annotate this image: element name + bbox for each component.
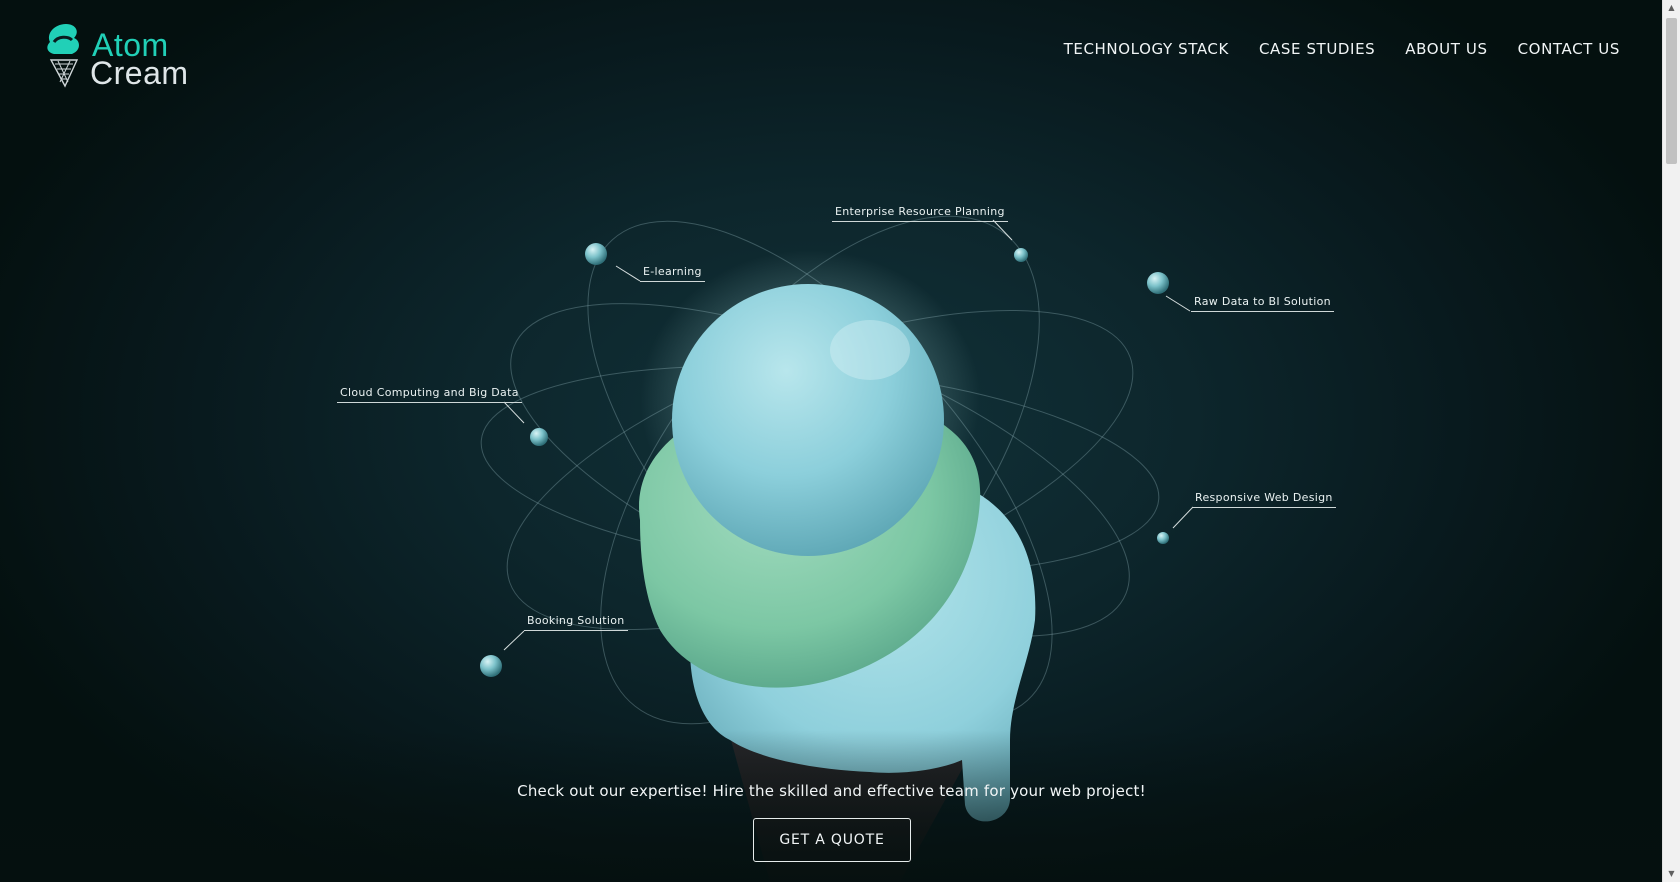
scroll-up-arrow-icon[interactable]: ▲: [1663, 0, 1680, 16]
label-elearning[interactable]: E-learning: [640, 265, 705, 282]
label-erp[interactable]: Enterprise Resource Planning: [832, 205, 1008, 222]
label-cloud-computing[interactable]: Cloud Computing and Big Data: [337, 386, 522, 403]
brand-name-line2: Cream: [90, 55, 189, 91]
scroll-down-arrow-icon[interactable]: ▼: [1663, 866, 1680, 882]
label-booking-solution[interactable]: Booking Solution: [524, 614, 628, 631]
get-quote-button[interactable]: GET A QUOTE: [753, 818, 911, 862]
label-responsive-web-design[interactable]: Responsive Web Design: [1192, 491, 1336, 508]
label-bi-solution[interactable]: Raw Data to BI Solution: [1191, 295, 1334, 312]
brand-logo[interactable]: Atom Cream: [44, 20, 204, 92]
ice-cream-logo-icon: [47, 24, 79, 88]
page: Atom Cream TECHNOLOGY STACK CASE STUDIES…: [0, 0, 1680, 882]
nav-case-studies[interactable]: CASE STUDIES: [1259, 40, 1375, 58]
nav-contact-us[interactable]: CONTACT US: [1518, 40, 1620, 58]
main-nav: TECHNOLOGY STACK CASE STUDIES ABOUT US C…: [1064, 40, 1620, 58]
scrollbar-thumb[interactable]: [1666, 18, 1677, 164]
nav-about-us[interactable]: ABOUT US: [1405, 40, 1487, 58]
hero-tagline: Check out our expertise! Hire the skille…: [517, 782, 1146, 800]
hero-illustration: [0, 215, 1663, 882]
nav-technology-stack[interactable]: TECHNOLOGY STACK: [1064, 40, 1229, 58]
page-scrollbar[interactable]: ▲ ▼: [1662, 0, 1680, 882]
